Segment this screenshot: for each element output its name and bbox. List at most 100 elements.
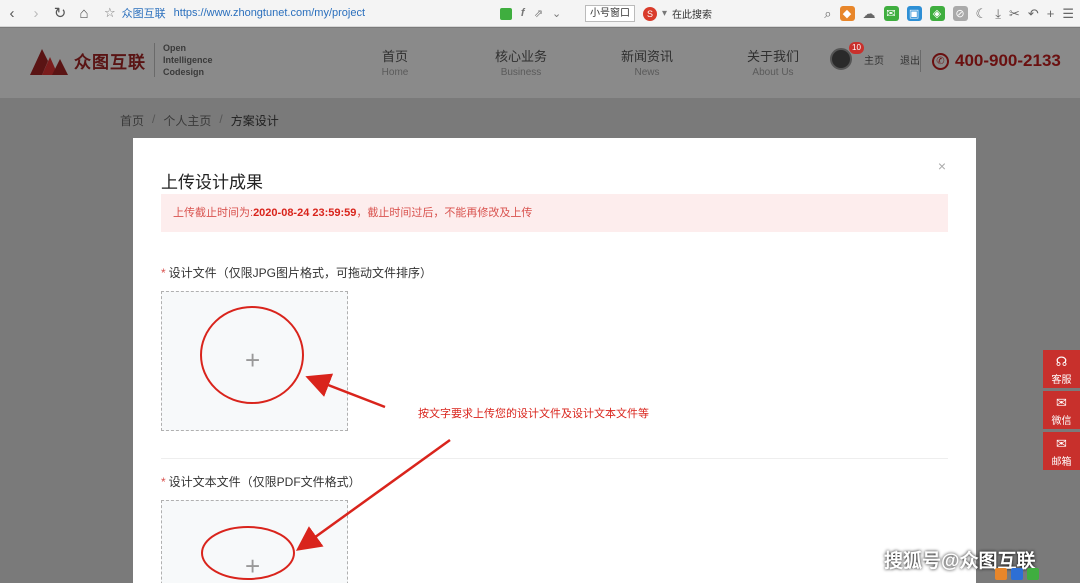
nav-about[interactable]: 关于我们 About Us [710,46,836,78]
phone-text: 400-900-2133 [955,51,1061,70]
alert-prefix: 上传截止时间为: [173,207,254,219]
breadcrumb-item[interactable]: 首页 [120,112,144,129]
breadcrumb-item[interactable]: 个人主页 [163,112,211,129]
address-bar[interactable]: ☆ 众图互联 https://www.zhongtunet.com/my/pro… [104,3,365,23]
cloud-icon[interactable]: ☁ [863,6,876,22]
label-text: 设计文本文件（仅限PDF文件格式） [168,475,361,489]
logo-text: 众图互联 [74,52,146,72]
breadcrumb: 首页 / 个人主页 / 方案设计 [120,112,279,129]
mail-button[interactable]: ✉ 邮箱 [1043,432,1080,470]
tagline-line: Open [163,43,187,53]
share-icon[interactable]: ⇗ [534,7,543,20]
float-label: 微信 [1051,416,1072,427]
mail-icon: ✉ [1056,436,1067,451]
back-icon[interactable]: ‹ [0,0,24,27]
close-icon[interactable]: × [938,158,946,174]
plus-icon: + [245,551,261,581]
notification-badge: 10 [849,42,864,54]
reader-icon[interactable] [500,7,512,20]
headset-icon: ☊ [1055,354,1068,369]
browser-toolbar: ‹ › ↻ ⌂ ☆ 众图互联 https://www.zhongtunet.co… [0,0,1080,27]
nav-sublabel: Home [381,67,409,78]
logo-tagline: Open Intelligence Codesign [163,42,213,78]
nav-business[interactable]: 核心业务 Business [458,46,584,78]
nav-sublabel: Business [500,67,542,78]
design-file-label: * 设计文件（仅限JPG图片格式，可拖动文件排序） [161,264,432,281]
breadcrumb-current: 方案设计 [230,114,279,128]
forward-icon[interactable]: › [24,0,48,27]
design-text-file-upload[interactable]: + [161,500,348,583]
float-label: 客服 [1051,375,1072,386]
tagline-line: Intelligence [163,55,213,65]
field-separator [161,458,948,459]
tray-icon[interactable] [1027,568,1039,580]
search-engine-icon[interactable]: S [643,6,657,21]
night-mode-icon[interactable]: ☾ [976,6,988,22]
tray-icon[interactable] [1011,568,1023,580]
wallet-ext-icon[interactable]: ◈ [929,6,945,21]
user-area: 10 主页 退出 [830,42,920,70]
design-text-file-label: * 设计文本文件（仅限PDF文件格式） [161,473,361,490]
label-text: 设计文件（仅限JPG图片格式，可拖动文件排序） [168,266,433,280]
wechat-ext-icon[interactable]: ✉ [883,6,899,21]
main-nav: 首页 Home 核心业务 Business 新闻资讯 News 关于我们 Abo… [332,46,836,78]
bookmark-star-icon[interactable]: ☆ [104,5,116,21]
ad-block-icon[interactable]: ⊘ [952,6,968,21]
magnifier-icon[interactable]: ⌕ [824,6,831,22]
dropdown-icon[interactable]: ⌄ [552,7,561,20]
deadline-alert: 上传截止时间为:2020-08-24 23:59:59，截止时间过后，不能再修改… [161,194,948,232]
header-divider [920,50,921,72]
nav-news[interactable]: 新闻资讯 News [584,46,710,78]
phone-icon: ✆ [932,52,949,70]
refresh-icon[interactable]: ↻ [48,0,72,27]
undo-icon[interactable]: ↶ [1028,6,1039,22]
site-header: 众图互联 Open Intelligence Codesign 首页 Home … [0,28,1080,98]
home-link[interactable]: 主页 [864,52,884,67]
tray-icon[interactable] [995,568,1007,580]
search-box[interactable]: S ▾ 在此搜索 [643,5,712,22]
logo-divider [154,43,155,77]
f-icon[interactable]: 𝒇 [521,7,525,20]
design-file-upload[interactable]: + [161,291,348,431]
required-mark: * [161,475,166,489]
nav-label: 首页 [381,49,408,64]
system-tray [995,568,1039,580]
site-logo[interactable]: 众图互联 Open Intelligence Codesign [28,42,213,78]
plus-icon: + [245,345,261,375]
nav-sublabel: About Us [752,67,794,78]
required-mark: * [161,266,166,280]
scissors-icon[interactable]: ✂ [1009,6,1020,22]
modal-title: 上传设计成果 [161,173,263,192]
menu-icon[interactable]: ☰ [1062,6,1074,22]
annotation-text: 按文字要求上传您的设计文件及设计文本文件等 [418,408,649,420]
game-icon[interactable]: ◆ [839,6,855,21]
alert-deadline: 2020-08-24 23:59:59 [253,207,357,219]
logo-mark-icon [28,43,70,77]
wechat-button[interactable]: ✉ 微信 [1043,391,1080,429]
site-name: 众图互联 [121,8,166,20]
download-icon[interactable]: ⤓ [995,6,1001,22]
avatar[interactable]: 10 [830,42,864,70]
address-tools: 𝒇 ⇗ ⌄ [500,0,561,27]
nav-label: 核心业务 [494,49,547,64]
new-tab-icon[interactable]: + [1047,6,1055,21]
screenshot-ext-icon[interactable]: ▣ [906,6,922,21]
breadcrumb-separator: / [152,112,156,126]
browser-extensions: ⌕ ◆ ☁ ✉ ▣ ◈ ⊘ ☾ ⤓ ✂ ↶ + ☰ [824,0,1074,27]
nav-sublabel: News [634,67,660,78]
breadcrumb-separator: / [219,112,223,126]
nav-home[interactable]: 首页 Home [332,46,458,78]
nav-label: 新闻资讯 [620,49,673,64]
customer-service-button[interactable]: ☊ 客服 [1043,350,1080,388]
url-text[interactable]: https://www.zhongtunet.com/my/project [174,7,365,19]
home-icon[interactable]: ⌂ [72,0,96,27]
search-dropdown-icon[interactable]: ▾ [662,8,667,19]
logout-link[interactable]: 退出 [900,52,920,67]
tagline-line: Codesign [163,67,205,77]
small-window-button[interactable]: 小号窗口 [585,5,635,22]
alert-suffix: ，截止时间过后，不能再修改及上传 [356,207,533,219]
float-label: 邮箱 [1051,457,1072,468]
search-placeholder: 在此搜索 [672,10,713,21]
phone-number: ✆ 400-900-2133 [932,51,1061,71]
nav-label: 关于我们 [746,49,799,64]
